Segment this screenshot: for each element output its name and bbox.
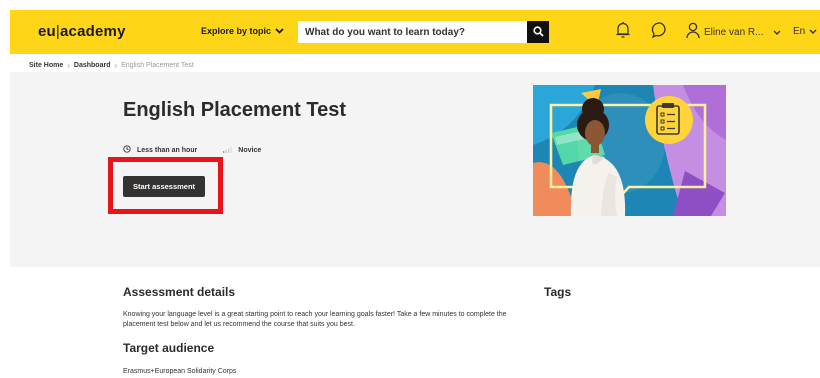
search-button[interactable] — [527, 21, 549, 43]
level-info: Novice — [223, 146, 261, 155]
explore-by-topic-menu[interactable]: Explore by topic — [201, 26, 284, 36]
user-name: Eline van R... — [704, 26, 764, 38]
breadcrumb-current: English Placement Test — [121, 62, 194, 69]
logo-academy-text: academy — [60, 23, 126, 40]
course-meta: Less than an hour Novice — [123, 145, 261, 155]
breadcrumb-separator: › — [114, 61, 118, 70]
user-menu[interactable]: Eline van R... — [686, 22, 781, 42]
tags-heading: Tags — [544, 285, 572, 299]
breadcrumb-separator: › — [67, 61, 70, 70]
target-audience-text: Erasmus+European Solidarity Corps — [123, 368, 237, 375]
start-assessment-button[interactable]: Start assessment — [123, 176, 205, 197]
top-header: eu|academy Explore by topic Eline van R.… — [10, 10, 820, 54]
chevron-down-icon — [773, 27, 781, 38]
hero-illustration — [533, 85, 726, 216]
signal-icon — [223, 146, 232, 155]
language-label: En — [793, 26, 806, 37]
target-audience-heading: Target audience — [123, 341, 215, 355]
breadcrumb: Site Home › Dashboard › English Placemen… — [29, 61, 194, 70]
chat-icon — [651, 21, 669, 44]
breadcrumb-site-home[interactable]: Site Home — [29, 62, 63, 69]
messages-button[interactable] — [650, 21, 670, 44]
logo-eu-text: eu — [38, 23, 56, 40]
duration-info: Less than an hour — [123, 145, 197, 155]
clock-icon — [123, 145, 131, 155]
chevron-down-icon — [275, 26, 284, 36]
search-icon — [532, 25, 544, 40]
assessment-details-heading: Assessment details — [123, 285, 236, 299]
duration-text: Less than an hour — [137, 146, 198, 154]
language-selector[interactable]: En — [793, 26, 817, 37]
breadcrumb-dashboard[interactable]: Dashboard — [74, 62, 111, 69]
search-bar — [298, 21, 549, 43]
checklist-icon — [657, 103, 679, 134]
user-icon — [686, 22, 700, 42]
chevron-down-icon — [809, 26, 817, 37]
search-input[interactable] — [298, 21, 527, 43]
notifications-button[interactable] — [613, 21, 633, 44]
bell-icon — [615, 21, 631, 44]
page-title: English Placement Test — [123, 99, 347, 121]
explore-label: Explore by topic — [201, 26, 272, 36]
assessment-description: Knowing your language level is a great s… — [123, 311, 507, 328]
eu-academy-logo[interactable]: eu|academy — [38, 23, 126, 40]
level-text: Novice — [238, 146, 262, 154]
